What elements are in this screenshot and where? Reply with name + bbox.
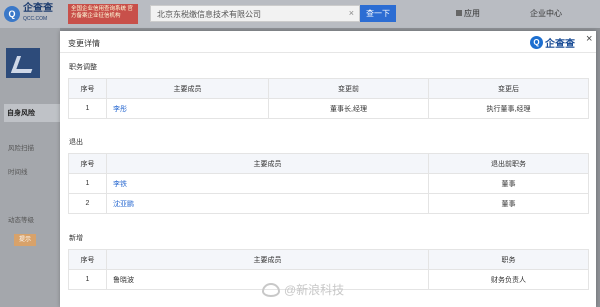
- sidebar-item-risk-scan[interactable]: 风险扫描: [8, 142, 34, 152]
- col-header-no: 序号: [68, 78, 107, 99]
- member-link[interactable]: 沈亚鹏: [106, 193, 429, 214]
- search-button[interactable]: 查一下: [360, 5, 396, 22]
- table-header-row: 序号 主要成员 退出前职务: [68, 153, 589, 174]
- sidebar-item-level[interactable]: 动态等级: [8, 214, 34, 224]
- hint-badge: 提示: [14, 234, 36, 246]
- section-title-added: 新增: [69, 235, 83, 242]
- clear-icon[interactable]: ×: [349, 8, 354, 18]
- before-value: 董事长,经理: [268, 98, 429, 119]
- position-change-table: 序号 主要成员 变更前 变更后 1 李彤 董事长,经理 执行董事,经理: [68, 78, 589, 119]
- table-row: 1 李铁 董事: [68, 173, 589, 194]
- col-header-role: 职务: [428, 249, 589, 270]
- col-header-prev-role: 退出前职务: [428, 153, 589, 174]
- search-input[interactable]: 北京东税缴信息技术有限公司 ×: [150, 5, 360, 22]
- role-value: 董事: [428, 173, 589, 194]
- role-value: 董事: [428, 193, 589, 214]
- section-title-exit: 退出: [69, 139, 83, 146]
- weibo-icon: [262, 282, 280, 297]
- logo-mark-icon: Q: [4, 6, 20, 22]
- modal-logo-text: 企查查: [545, 38, 575, 50]
- col-header-before: 变更前: [268, 78, 429, 99]
- member-link[interactable]: 李铁: [106, 173, 429, 194]
- apps-grid-icon: [456, 10, 462, 16]
- watermark: @新浪科技: [262, 281, 344, 298]
- change-details-modal: 变更详情 Q 企查查 × 职务调整 序号 主要成员 变更前 变更后 1 李彤 董…: [60, 31, 596, 307]
- col-header-no: 序号: [68, 249, 107, 270]
- top-bar: Q 企查查 QCC.COM 全国企业信用查询系统 官方备案企业征信机构 北京东税缴…: [0, 0, 600, 28]
- role-value: 财务负责人: [428, 269, 589, 290]
- table-header-row: 序号 主要成员 职务: [68, 249, 589, 270]
- col-header-member: 主要成员: [106, 153, 429, 174]
- row-no: 1: [68, 269, 107, 290]
- close-icon[interactable]: ×: [586, 33, 592, 45]
- sidebar-item-timeline[interactable]: 时间线: [8, 166, 28, 176]
- col-header-after: 变更后: [428, 78, 589, 99]
- table-row: 1 李彤 董事长,经理 执行董事,经理: [68, 98, 589, 119]
- promo-banner[interactable]: 全国企业信用查询系统 官方备案企业征信机构: [68, 4, 138, 24]
- modal-title: 变更详情: [68, 39, 100, 48]
- section-title-position-change: 职务调整: [69, 64, 97, 71]
- col-header-member: 主要成员: [106, 249, 429, 270]
- col-header-member: 主要成员: [106, 78, 269, 99]
- member-link[interactable]: 李彤: [106, 98, 269, 119]
- table-header-row: 序号 主要成员 变更前 变更后: [68, 78, 589, 99]
- qcc-logo-icon: Q: [530, 35, 543, 49]
- logo-text: 企查查: [23, 3, 53, 14]
- search-value: 北京东税缴信息技术有限公司: [157, 10, 261, 19]
- after-value: 执行董事,经理: [428, 98, 589, 119]
- modal-logo: Q 企查查: [530, 35, 575, 50]
- table-row: 2 沈亚鹏 董事: [68, 193, 589, 214]
- modal-header: 变更详情 Q 企查查 ×: [60, 31, 596, 53]
- logo-sub: QCC.COM: [23, 16, 48, 22]
- row-no: 1: [68, 98, 107, 119]
- exit-table: 序号 主要成员 退出前职务 1 李铁 董事 2 沈亚鹏 董事: [68, 153, 589, 214]
- tab-self-risk[interactable]: 自身风险: [4, 104, 60, 122]
- company-logo: [6, 48, 40, 78]
- watermark-text: @新浪科技: [284, 283, 345, 297]
- row-no: 2: [68, 193, 107, 214]
- site-logo[interactable]: Q 企查查 QCC.COM: [4, 4, 64, 24]
- col-header-no: 序号: [68, 153, 107, 174]
- nav-enterprise-center[interactable]: 企业中心: [530, 8, 562, 19]
- nav-apps[interactable]: 应用: [464, 8, 480, 19]
- row-no: 1: [68, 173, 107, 194]
